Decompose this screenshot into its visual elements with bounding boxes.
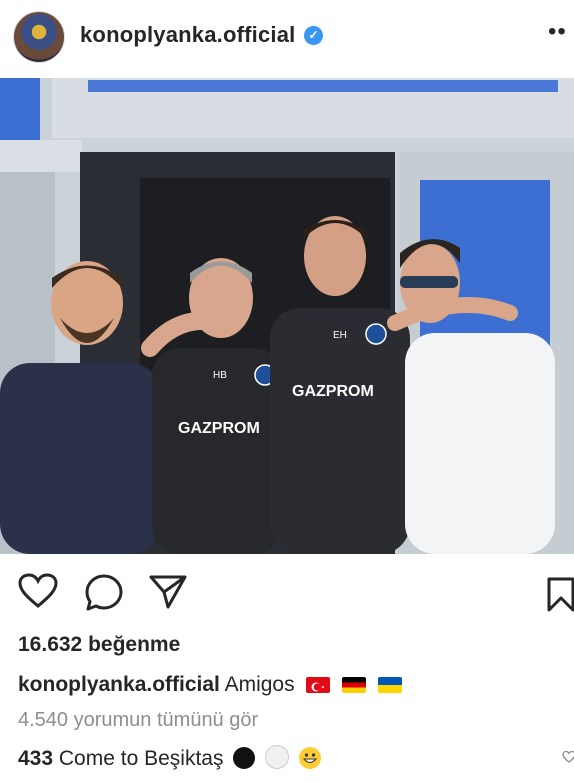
white-circle-icon xyxy=(265,745,290,769)
profile-avatar[interactable] xyxy=(13,11,65,63)
comment-row: 433 Come to Beşiktaş xyxy=(18,745,321,771)
comment-text: Come to Beşiktaş xyxy=(58,747,224,770)
turkey-flag-icon xyxy=(306,677,331,693)
post-header: konoplyanka.official ✓ •• xyxy=(0,0,574,74)
post-photo[interactable]: GAZPROM HB GAZPROM EH xyxy=(0,78,574,554)
more-options-icon[interactable]: •• xyxy=(548,18,567,46)
likes-count[interactable]: 16.632 beğenme xyxy=(18,633,180,657)
comment-icon[interactable] xyxy=(84,573,124,611)
post-actions-bar xyxy=(0,568,574,620)
bookmark-icon[interactable] xyxy=(546,576,574,614)
caption-text: Amigos xyxy=(224,673,295,696)
small-heart-icon[interactable] xyxy=(562,750,574,764)
ukraine-flag-icon xyxy=(378,677,403,693)
black-circle-icon xyxy=(233,747,256,769)
comment-username[interactable]: 433 xyxy=(18,747,53,770)
shirt-initials-2: EH xyxy=(333,330,347,341)
grinning-face-icon xyxy=(299,747,321,769)
shirt-initials-1: HB xyxy=(213,370,227,381)
post-username[interactable]: konoplyanka.official xyxy=(80,22,296,48)
verified-badge-icon: ✓ xyxy=(304,26,323,45)
germany-flag-icon xyxy=(342,677,367,693)
shirt-sponsor-1: GAZPROM xyxy=(178,420,260,437)
heart-icon[interactable] xyxy=(18,573,58,609)
photo-illustration: GAZPROM HB GAZPROM EH xyxy=(0,78,574,554)
view-all-comments-link[interactable]: 4.540 yorumun tümünü gör xyxy=(18,709,258,732)
share-icon[interactable] xyxy=(148,574,188,610)
caption-username[interactable]: konoplyanka.official xyxy=(18,673,220,696)
shirt-sponsor-2: GAZPROM xyxy=(292,383,374,400)
post-caption: konoplyanka.official Amigos xyxy=(18,673,403,697)
